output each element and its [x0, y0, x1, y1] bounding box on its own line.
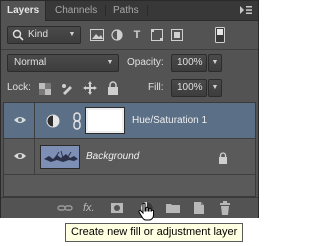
chevron-down-icon: ▼ [211, 84, 219, 91]
hand-cursor-icon [138, 202, 154, 221]
pixel-layer-filter-icon[interactable] [89, 26, 105, 44]
adjustment-layer-filter-icon[interactable] [109, 26, 125, 44]
filter-row: Kind ▼ T [1, 26, 258, 44]
chevron-down-icon: ▼ [211, 59, 219, 66]
divider [34, 139, 35, 175]
fill-dropdown-button[interactable]: ▼ [208, 79, 222, 97]
divider [34, 103, 35, 139]
smart-object-filter-icon[interactable] [169, 26, 185, 44]
layer-row-hue-saturation[interactable]: Hue/Saturation 1 [4, 103, 255, 139]
layers-list: Hue/Saturation 1 Background [3, 102, 256, 197]
layer-thumbnail[interactable] [40, 145, 80, 169]
lock-label: Lock: [7, 82, 31, 93]
link-layers-icon[interactable] [57, 200, 73, 216]
tab-channels[interactable]: Channels [49, 1, 103, 20]
blend-mode-dropdown[interactable]: Normal ▼ [7, 54, 119, 72]
layer-name[interactable]: Background [86, 139, 139, 175]
lock-transparent-pixels-icon[interactable] [39, 82, 51, 100]
lock-row: Lock: Fill: 100% ▼ [1, 79, 258, 97]
layer-style-icon[interactable]: fx. [83, 200, 99, 216]
new-group-icon[interactable] [165, 200, 181, 216]
add-mask-icon[interactable] [109, 200, 125, 216]
blend-mode-value: Normal [14, 57, 47, 68]
tab-divider [147, 5, 148, 16]
shape-layer-filter-icon[interactable] [149, 26, 165, 44]
lock-position-icon[interactable] [83, 81, 97, 100]
filter-toggle-icon[interactable] [215, 27, 225, 48]
delete-layer-icon[interactable] [217, 200, 233, 216]
divider [1, 49, 258, 50]
link-icon[interactable] [72, 112, 82, 135]
layer-mask-thumbnail[interactable] [85, 107, 125, 134]
layer-name[interactable]: Hue/Saturation 1 [132, 103, 207, 139]
panel-bottom-bar: fx. [1, 197, 258, 218]
filter-kind-dropdown[interactable]: Kind ▼ [7, 26, 81, 44]
lock-all-icon[interactable] [107, 81, 119, 100]
tab-divider [105, 5, 106, 16]
tab-layers[interactable]: Layers [1, 1, 47, 21]
opacity-label: Opacity: [127, 57, 164, 68]
search-icon [12, 29, 24, 47]
panel-tab-bar: Layers Channels Paths [1, 1, 258, 21]
chevron-down-icon: ▼ [68, 31, 76, 38]
layer-row-background[interactable]: Background [4, 139, 255, 175]
tab-paths[interactable]: Paths [107, 1, 145, 20]
new-layer-icon[interactable] [191, 200, 207, 216]
adjustment-layer-icon [46, 114, 60, 133]
tooltip: Create new fill or adjustment layer [65, 223, 244, 242]
opacity-input[interactable]: 100% [171, 54, 207, 72]
eye-icon[interactable] [13, 113, 27, 127]
layers-panel: Layers Channels Paths Kind ▼ T Normal ▼ … [0, 0, 259, 218]
panel-menu-icon[interactable] [240, 5, 252, 15]
fill-label: Fill: [148, 82, 164, 93]
blend-row: Normal ▼ Opacity: 100% ▼ [1, 54, 258, 72]
type-layer-filter-icon[interactable]: T [129, 26, 145, 44]
fill-input[interactable]: 100% [171, 79, 207, 97]
opacity-dropdown-button[interactable]: ▼ [208, 54, 222, 72]
lock-icon [218, 151, 228, 169]
eye-icon[interactable] [13, 149, 27, 163]
opacity-value: 100% [177, 57, 203, 68]
fill-value: 100% [177, 82, 203, 93]
filter-kind-label: Kind [28, 29, 49, 40]
chevron-down-icon: ▼ [106, 59, 114, 66]
lock-image-pixels-icon[interactable] [61, 82, 73, 100]
